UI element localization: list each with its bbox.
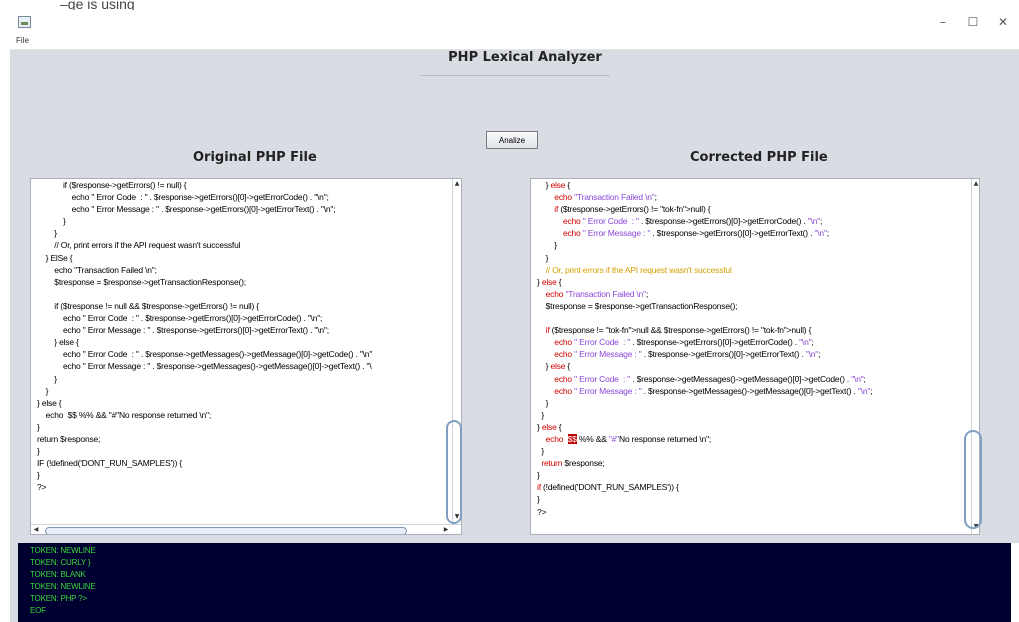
original-code-text[interactable]: if ($response->getErrors() != null) { ec… <box>37 179 372 493</box>
title-separator <box>420 75 610 76</box>
code-line: IF (!defined('DONT_RUN_SAMPLES')) { <box>37 458 183 469</box>
code-line: } else { <box>537 276 562 287</box>
code-line: } <box>37 385 49 396</box>
code-line: echo " Error Message : " . $response->ge… <box>554 385 873 396</box>
console-vertical-scrollbar[interactable] <box>1011 543 1019 622</box>
code-line: echo "Transaction Failed \n"; <box>37 264 157 275</box>
code-line: echo $$ %% && "#"No response returned \n… <box>545 433 712 444</box>
code-line: echo "Transaction Failed \n"; <box>554 192 657 203</box>
code-line: } <box>537 409 544 420</box>
code-line: ?> <box>37 482 47 493</box>
code-line: echo " Error Code : " . $response->getMe… <box>554 373 866 384</box>
code-line: echo " Error Code : " . $response->getEr… <box>37 192 329 203</box>
code-line: echo " Error Code : " . $tresponse->getE… <box>554 337 814 348</box>
scroll-up-arrow-icon[interactable]: ▲ <box>972 179 979 189</box>
java-app-icon <box>18 16 31 28</box>
code-line: if ($tresponse != null && $tresponse->ge… <box>37 300 259 311</box>
code-line: echo " Error Message : " . $tresponse->g… <box>562 228 829 239</box>
code-line: } <box>37 446 40 457</box>
code-line: } else { <box>37 337 79 348</box>
code-line: } <box>37 216 66 227</box>
page-background-strip: –ge is using <box>0 0 1019 12</box>
close-button[interactable]: ✕ <box>990 12 1016 32</box>
code-line: echo " Error Message : " . $tresponse->g… <box>37 325 329 336</box>
analize-button[interactable]: Analize <box>486 131 538 149</box>
console-line: TOKEN: CURLY } <box>30 558 91 568</box>
code-line: } <box>537 494 540 505</box>
console-output-text: TOKEN: NEWLINE TOKEN: CURLY } TOKEN: BLANK… <box>30 545 96 618</box>
code-line: } <box>37 470 40 481</box>
code-line: echo " Error Message : " . $response->ge… <box>37 204 336 215</box>
corrected-vertical-scroll-thumb[interactable] <box>964 430 982 529</box>
code-line: } <box>37 228 57 239</box>
code-line: } else { <box>37 397 62 408</box>
code-line: echo " Error Code : " . $tresponse->getE… <box>562 216 823 227</box>
code-line: } else { <box>537 421 562 432</box>
scroll-up-arrow-icon[interactable]: ▲ <box>453 179 461 189</box>
code-line: } <box>537 470 540 481</box>
scroll-right-arrow-icon[interactable]: ▶ <box>441 525 451 534</box>
original-code-editor[interactable]: if ($response->getErrors() != null) { ec… <box>30 178 462 535</box>
code-line: if ($tresponse->getErrors() != "tok-fn">… <box>554 204 711 215</box>
code-line: if ($tresponse != "tok-fn">null && $tres… <box>545 325 812 336</box>
code-line: } <box>537 446 544 457</box>
original-horizontal-scrollbar[interactable]: ◀ ▶ <box>31 524 461 534</box>
code-line: } <box>37 421 40 432</box>
horizontal-scroll-thumb[interactable] <box>45 527 407 534</box>
code-line: } else { <box>537 361 571 372</box>
code-line: $tresponse = $response->getTransactionRe… <box>537 300 738 311</box>
app-title: PHP Lexical Analyzer <box>448 50 602 65</box>
code-line: ?> <box>537 506 547 517</box>
app-window: – ☐ ✕ File PHP Lexical Analyzer Analize … <box>10 10 1019 622</box>
original-vertical-scroll-thumb[interactable] <box>446 420 462 524</box>
code-line: } <box>537 252 549 263</box>
maximize-button[interactable]: ☐ <box>960 12 986 32</box>
console-line: TOKEN: BLANK <box>30 570 86 580</box>
token-console[interactable]: TOKEN: NEWLINE TOKEN: CURLY } TOKEN: BLANK… <box>18 543 1019 622</box>
console-line: EOF <box>30 606 46 616</box>
corrected-file-title: Corrected PHP File <box>690 150 828 165</box>
code-line: echo " Error Message : " . $response->ge… <box>37 361 372 372</box>
code-line: } else { <box>537 180 571 190</box>
code-line: if (!defined('DONT_RUN_SAMPLES')) { <box>537 482 679 493</box>
code-line: echo " Error Code : " . $tresponse->getE… <box>37 313 323 324</box>
code-line: echo " Error Code : " . $response->getMe… <box>37 349 373 360</box>
code-line: } <box>37 373 57 384</box>
code-line: } <box>537 240 557 251</box>
corrected-code-editor[interactable]: } else { echo "Transaction Failed \n"; i… <box>530 178 980 535</box>
console-line: TOKEN: NEWLINE <box>30 582 96 592</box>
corrected-code-text[interactable]: } else { echo "Transaction Failed \n"; i… <box>537 179 873 518</box>
minimize-button[interactable]: – <box>930 12 956 32</box>
code-line: // Or, print errors if the API request w… <box>537 264 732 275</box>
title-bar: – ☐ ✕ <box>10 10 1019 34</box>
menu-file[interactable]: File <box>16 36 29 45</box>
code-line: echo " Error Message : " . $tresponse->g… <box>554 349 821 360</box>
code-line: return $response; <box>541 458 605 469</box>
console-line: TOKEN: PHP ?> <box>30 594 87 604</box>
menu-bar: File <box>10 34 1019 50</box>
code-line: // Or, print errors if the API request w… <box>37 240 241 251</box>
code-line: } ElSe { <box>37 252 73 263</box>
scroll-left-arrow-icon[interactable]: ◀ <box>31 525 41 534</box>
code-line: return $response; <box>37 433 101 444</box>
code-line: echo "Transaction Failed \n"; <box>545 288 649 299</box>
original-file-title: Original PHP File <box>193 150 317 165</box>
console-line: TOKEN: NEWLINE <box>30 546 96 555</box>
code-line: } <box>537 397 549 408</box>
code-line: if ($response->getErrors() != null) { <box>37 180 187 190</box>
code-line: $tresponse = $response->getTransactionRe… <box>37 276 246 287</box>
code-line: echo $$ %% && "#"No response returned \n… <box>37 409 212 420</box>
